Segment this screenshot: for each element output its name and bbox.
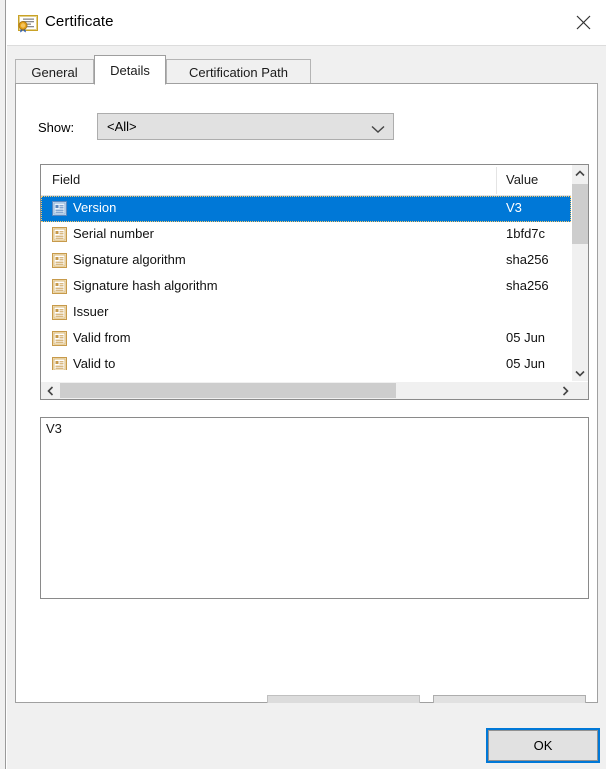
field-entry-icon — [52, 279, 67, 294]
table-row[interactable]: Signature hash algorithm sha256 — [41, 274, 571, 300]
scroll-left-button[interactable] — [41, 382, 59, 399]
tab-strip: General Details Certification Path — [15, 55, 598, 84]
tab-details-label: Details — [110, 63, 150, 78]
close-button[interactable] — [560, 0, 606, 45]
field-entry-icon — [52, 253, 67, 268]
listview-vertical-scrollbar[interactable] — [571, 165, 588, 382]
horizontal-scroll-thumb[interactable] — [60, 383, 396, 398]
show-label: Show: — [38, 120, 74, 135]
scroll-down-button[interactable] — [572, 365, 588, 382]
ok-button-label: OK — [534, 738, 553, 753]
ok-button[interactable]: OK — [488, 730, 598, 761]
row-field: Signature algorithm — [73, 252, 186, 267]
row-field: Valid to — [73, 356, 115, 370]
table-row[interactable]: Valid to 05 Jun — [41, 352, 571, 370]
table-row[interactable]: Signature algorithm sha256 — [41, 248, 571, 274]
table-row[interactable]: Valid from 05 Jun — [41, 326, 571, 352]
field-value-listview[interactable]: Field Value — [40, 164, 589, 400]
field-entry-icon — [52, 305, 67, 320]
scroll-up-button[interactable] — [572, 165, 588, 182]
listview-header: Field Value — [41, 165, 588, 196]
column-header-value[interactable]: Value — [506, 172, 538, 187]
background-window-edge — [0, 0, 6, 769]
field-entry-icon — [52, 227, 67, 242]
listview-rows: Version V3 — [41, 196, 571, 370]
row-field: Signature hash algorithm — [73, 278, 218, 293]
row-value: sha256 — [506, 278, 549, 293]
tab-certification-path-label: Certification Path — [189, 65, 288, 80]
table-row[interactable]: Issuer — [41, 300, 571, 326]
vertical-scroll-thumb[interactable] — [572, 184, 588, 244]
row-field: Version — [73, 200, 116, 215]
tab-general[interactable]: General — [15, 59, 94, 84]
column-header-field[interactable]: Field — [52, 172, 80, 187]
table-row[interactable]: Serial number 1bfd7c — [41, 222, 571, 248]
show-combobox[interactable]: <All> — [97, 113, 394, 140]
tab-general-label: General — [31, 65, 77, 80]
row-field: Valid from — [73, 330, 131, 345]
table-row[interactable]: Version V3 — [41, 196, 571, 222]
chevron-up-icon — [575, 170, 585, 177]
field-entry-icon — [52, 331, 67, 346]
column-separator — [496, 167, 497, 194]
close-icon — [575, 14, 592, 31]
chevron-down-icon — [575, 370, 585, 377]
listview-horizontal-scrollbar[interactable] — [41, 381, 588, 399]
scroll-right-button[interactable] — [556, 382, 574, 399]
row-field: Serial number — [73, 226, 154, 241]
tab-details[interactable]: Details — [94, 55, 166, 85]
row-value: 1bfd7c — [506, 226, 545, 241]
field-entry-icon — [52, 357, 67, 370]
certificate-dialog: Certificate General Details Certificatio… — [7, 0, 606, 769]
window-title: Certificate — [45, 13, 114, 30]
row-value: V3 — [506, 200, 522, 215]
show-combobox-value: <All> — [107, 119, 137, 134]
chevron-down-icon — [371, 123, 385, 137]
field-entry-icon — [52, 201, 67, 216]
chevron-right-icon — [562, 386, 569, 396]
certificate-icon — [18, 15, 38, 33]
chevron-left-icon — [47, 386, 54, 396]
row-value: 05 Jun — [506, 356, 545, 370]
details-tab-panel: Show: <All> Field Value — [15, 83, 598, 703]
field-detail-textbox[interactable]: V3 — [40, 417, 589, 599]
title-bar: Certificate — [7, 0, 606, 46]
field-detail-text: V3 — [46, 421, 62, 436]
tab-certification-path[interactable]: Certification Path — [166, 59, 311, 84]
row-value: sha256 — [506, 252, 549, 267]
row-value: 05 Jun — [506, 330, 545, 345]
dialog-footer: OK — [7, 703, 606, 769]
row-field: Issuer — [73, 304, 108, 319]
